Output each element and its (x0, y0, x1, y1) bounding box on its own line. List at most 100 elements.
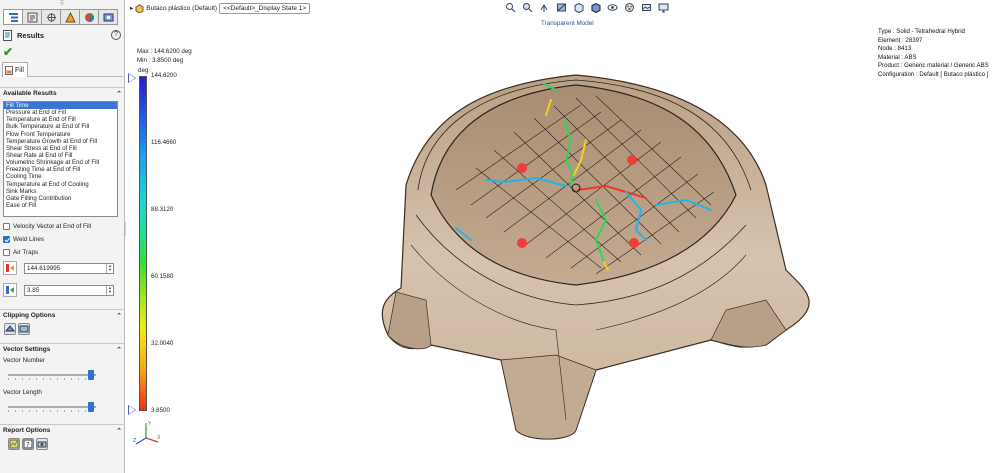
chevron-up-icon[interactable]: ⌃ (113, 346, 125, 354)
report-icon (9, 439, 19, 449)
min-value-row: 3.85 ▲ ▼ (3, 283, 121, 297)
graphics-area[interactable]: ▸ Butaco plástico (Default) <<Default>_D… (126, 0, 1000, 473)
report-button[interactable] (8, 438, 20, 450)
result-item[interactable]: Cooling Time (4, 173, 117, 180)
panel-grip[interactable]: ⠿ (0, 0, 124, 8)
result-item[interactable]: Gate Filling Contribution (4, 195, 117, 202)
clipping-section-button[interactable] (4, 323, 16, 335)
max-value-input[interactable]: 144.619995 ▲ ▼ (24, 262, 114, 274)
leg-shade-left (387, 291, 432, 350)
available-results-section: Available Results ⌃ (0, 87, 125, 99)
fill-icon (5, 65, 13, 75)
result-item[interactable]: Temperature Growth at End of Fill (4, 138, 117, 145)
available-results-list[interactable]: Fill Time Pressure at End of Fill Temperat… (3, 101, 118, 217)
report-help-button[interactable]: ? (22, 438, 34, 450)
feature-tree-icon (8, 12, 18, 22)
display-manager-tab[interactable] (79, 9, 99, 25)
air-traps-box[interactable] (3, 248, 10, 256)
vector-number-slider[interactable] (8, 370, 96, 380)
velocity-vector-checkbox[interactable]: Velocity Vector at End of Fill (3, 221, 91, 231)
result-item[interactable]: Volumetric Shrinkage at End of Fill (4, 159, 117, 166)
property-manager-panel: ⠿ Results ? ✔ Fill Available Results ⌃ F… (0, 0, 125, 473)
clipping-options-header[interactable]: Clipping Options ⌃ (0, 309, 125, 321)
available-results-title: Available Results (3, 90, 57, 97)
triad-x-label: X (157, 435, 161, 441)
clipping-isosurface-button[interactable] (18, 323, 30, 335)
property-icon (27, 12, 37, 22)
vector-number-thumb[interactable] (87, 370, 94, 380)
help-icon[interactable]: ? (111, 30, 121, 40)
min-value-stepper[interactable]: ▲ ▼ (106, 285, 113, 295)
vector-length-track[interactable] (8, 406, 96, 408)
report-options-title: Report Options (3, 427, 51, 434)
vector-number-label: Vector Number (3, 357, 45, 364)
max-value-text: 144.619995 (27, 264, 61, 272)
air-traps-label: Air Traps (13, 248, 39, 256)
coordinate-triad: Y X Z (133, 421, 161, 445)
tab-fill-label: Fill (15, 66, 24, 74)
max-value-stepper[interactable]: ▲ ▼ (106, 263, 113, 273)
chevron-up-icon[interactable]: ⌃ (113, 312, 125, 320)
vector-settings-title: Vector Settings (3, 346, 51, 353)
tab-fill[interactable]: Fill (2, 62, 28, 77)
iso-clip-icon (19, 325, 29, 333)
configuration-manager-tab[interactable] (41, 9, 61, 25)
clip-plane-icon (4, 325, 16, 332)
vector-length-ticks (8, 410, 96, 412)
configuration-icon (46, 12, 56, 22)
result-item[interactable]: Fill Time (4, 102, 117, 110)
result-item[interactable]: Freezing Time at End of Fill (4, 166, 117, 173)
svg-text:?: ? (26, 441, 30, 449)
property-manager-tab[interactable] (22, 9, 42, 25)
weld-lines-label: Weld Lines (13, 235, 45, 243)
results-title: Results (17, 30, 45, 40)
ok-check-icon[interactable]: ✔ (3, 45, 13, 59)
result-item[interactable]: Sink Marks (4, 188, 117, 195)
min-value-icon (3, 283, 17, 297)
capture-image-button[interactable] (36, 438, 48, 450)
result-item[interactable]: Temperature at End of Fill (4, 116, 117, 123)
report-options-header[interactable]: Report Options ⌃ (0, 424, 125, 436)
question-icon: ? (23, 439, 33, 449)
available-results-header[interactable]: Available Results ⌃ (0, 87, 125, 99)
max-value-icon (3, 261, 17, 275)
display-pie-icon (84, 12, 94, 22)
result-item[interactable]: Shear Rate at End of Fill (4, 152, 117, 159)
plastics-manager-tab[interactable] (98, 9, 118, 25)
vector-settings-header[interactable]: Vector Settings ⌃ (0, 343, 125, 355)
clipping-options-title: Clipping Options (3, 312, 56, 319)
dimxpert-icon (64, 11, 76, 22)
result-item[interactable]: Temperature at End of Cooling (4, 181, 117, 188)
result-subtabs: Fill (2, 62, 123, 77)
result-item[interactable]: Pressure at End of Fill (4, 109, 117, 116)
leg-shade-front (500, 354, 597, 440)
vector-number-track[interactable] (8, 374, 96, 376)
results-header: Results ? (3, 28, 121, 42)
vector-length-thumb[interactable] (87, 402, 94, 412)
plastics-icon (103, 13, 113, 21)
velocity-vector-box[interactable] (3, 222, 10, 230)
result-item[interactable]: Bulk Temperature at End of Fill (4, 123, 117, 130)
weld-lines-box[interactable] (3, 235, 10, 243)
result-item[interactable]: Shear Stress at End of Fill (4, 145, 117, 152)
triad-y-label: Y (147, 421, 152, 427)
velocity-vector-label: Velocity Vector at End of Fill (13, 222, 92, 230)
report-options-section: Report Options ⌃ (0, 424, 125, 436)
result-item[interactable]: Flow Front Temperature (4, 131, 117, 138)
chevron-up-icon[interactable]: ⌃ (113, 427, 125, 435)
triad-z-label: Z (133, 438, 137, 444)
vector-settings-section: Vector Settings ⌃ (0, 343, 125, 355)
vector-length-slider[interactable] (8, 402, 96, 412)
feature-manager-tab[interactable] (3, 9, 23, 25)
air-traps-checkbox[interactable]: Air Traps (3, 247, 38, 257)
chevron-up-icon[interactable]: ⌃ (113, 90, 125, 98)
stool-model-render[interactable] (126, 0, 1000, 473)
weld-lines-checkbox[interactable]: Weld Lines (3, 234, 44, 244)
results-icon (3, 29, 12, 41)
result-item[interactable]: Ease of Fill (4, 202, 117, 209)
vector-length-label: Vector Length (3, 389, 42, 396)
min-value-input[interactable]: 3.85 ▲ ▼ (24, 284, 114, 296)
dimxpert-tab[interactable] (60, 9, 80, 25)
camera-icon (37, 441, 47, 448)
vector-number-ticks (8, 378, 96, 380)
